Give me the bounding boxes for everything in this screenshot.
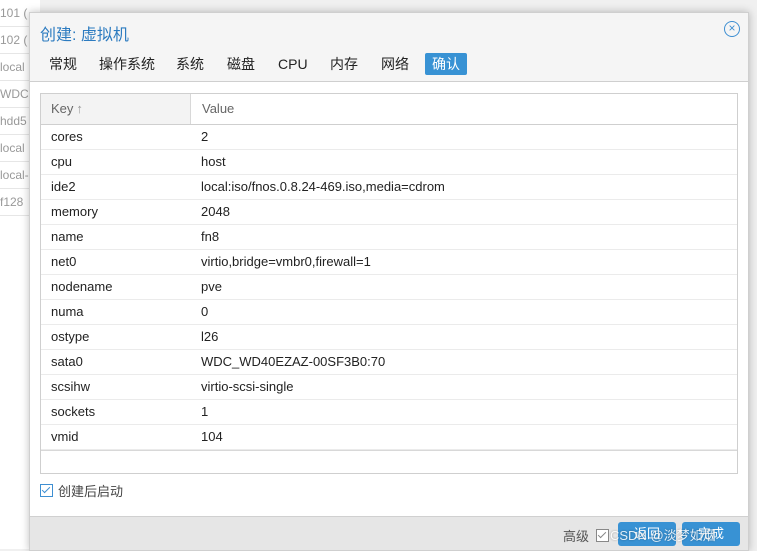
tab-confirm[interactable]: 确认 [425,53,467,75]
grid-footer [41,450,737,473]
tab-memory[interactable]: 内存 [323,53,365,75]
row-key: memory [51,204,98,219]
table-row[interactable]: ide2 local:iso/fnos.0.8.24-469.iso,media=… [41,175,737,200]
watermark: CSDN @淡梦如烟 [610,528,716,543]
table-row[interactable]: nodename pve [41,275,737,300]
row-key: vmid [51,429,79,444]
table-row[interactable]: cpu host [41,150,737,175]
tab-network[interactable]: 网络 [374,53,416,75]
advanced-label: 高级 [563,529,590,544]
grid-body: cores 2 cpu host ide2 local:iso/fnos.0.8.24-4… [41,125,737,450]
row-value: virtio-scsi-single [201,379,294,394]
table-row[interactable]: net0 virtio,bridge=vmbr0,firewall=1 [41,250,737,275]
table-row[interactable]: sockets 1 [41,400,737,425]
row-value: 104 [201,429,223,444]
tab-general[interactable]: 常规 [42,53,84,75]
table-row[interactable]: ostype l26 [41,325,737,350]
table-row[interactable]: memory 2048 [41,200,737,225]
create-vm-dialog: 创建: 虚拟机 × 常规 操作系统 系统 磁盘 CPU 内存 网络 确认 Key… [29,12,749,551]
table-row[interactable]: scsihw virtio-scsi-single [41,375,737,400]
row-key: numa [51,304,84,319]
tab-disk[interactable]: 磁盘 [220,53,262,75]
start-after-created-label: 创建后启动 [58,484,124,499]
table-row[interactable]: sata0 WDC_WD40EZAZ-00SF3B0:70 [41,350,737,375]
row-key: ostype [51,329,90,344]
row-key: sata0 [51,354,83,369]
advanced-toggle[interactable]: 高级 [563,526,609,545]
tab-cpu[interactable]: CPU [271,53,315,75]
row-key: cpu [51,154,72,169]
advanced-checkbox-icon[interactable] [595,529,609,542]
wizard-tabs: 常规 操作系统 系统 磁盘 CPU 内存 网络 确认 [30,51,748,79]
row-value: 2 [201,129,209,144]
tab-system[interactable]: 系统 [169,53,211,75]
row-value: 0 [201,304,209,319]
table-row[interactable]: cores 2 [41,125,737,150]
start-after-created-checkbox[interactable]: 创建后启动 [40,483,123,501]
row-key: ide2 [51,179,76,194]
row-key: cores [51,129,83,144]
column-header-value[interactable]: Value [192,94,234,124]
table-row[interactable]: name fn8 [41,225,737,250]
row-key: name [51,229,84,244]
confirm-panel: Key ↑ Value cores 2 cpu host ide2 local:iso/fn… [30,81,748,516]
row-key: nodename [51,279,113,294]
row-value: host [201,154,226,169]
dialog-titlebar: 创建: 虚拟机 × [30,13,748,47]
row-value: 1 [201,404,209,419]
row-key: sockets [51,404,96,419]
tab-os[interactable]: 操作系统 [92,53,162,75]
grid-header: Key ↑ Value [41,94,737,125]
row-value: fn8 [201,229,220,244]
row-value: pve [201,279,222,294]
row-value: l26 [201,329,219,344]
row-key: scsihw [51,379,91,394]
close-icon[interactable]: × [724,21,740,37]
table-row[interactable]: numa 0 [41,300,737,325]
summary-grid: Key ↑ Value cores 2 cpu host ide2 local:iso/fn… [40,93,738,474]
row-value: local:iso/fnos.0.8.24-469.iso,media=cdro… [201,179,445,194]
checkbox-checked-icon[interactable] [40,484,53,497]
column-header-key[interactable]: Key ↑ [41,94,191,124]
dialog-title: 创建: 虚拟机 [40,27,129,44]
row-key: net0 [51,254,77,269]
column-header-key-label: Key [51,101,74,116]
row-value: WDC_WD40EZAZ-00SF3B0:70 [201,354,386,369]
row-value: 2048 [201,204,230,219]
table-row[interactable]: vmid 104 [41,425,737,450]
row-value: virtio,bridge=vmbr0,firewall=1 [201,254,371,269]
sort-ascending-icon: ↑ [76,101,83,116]
